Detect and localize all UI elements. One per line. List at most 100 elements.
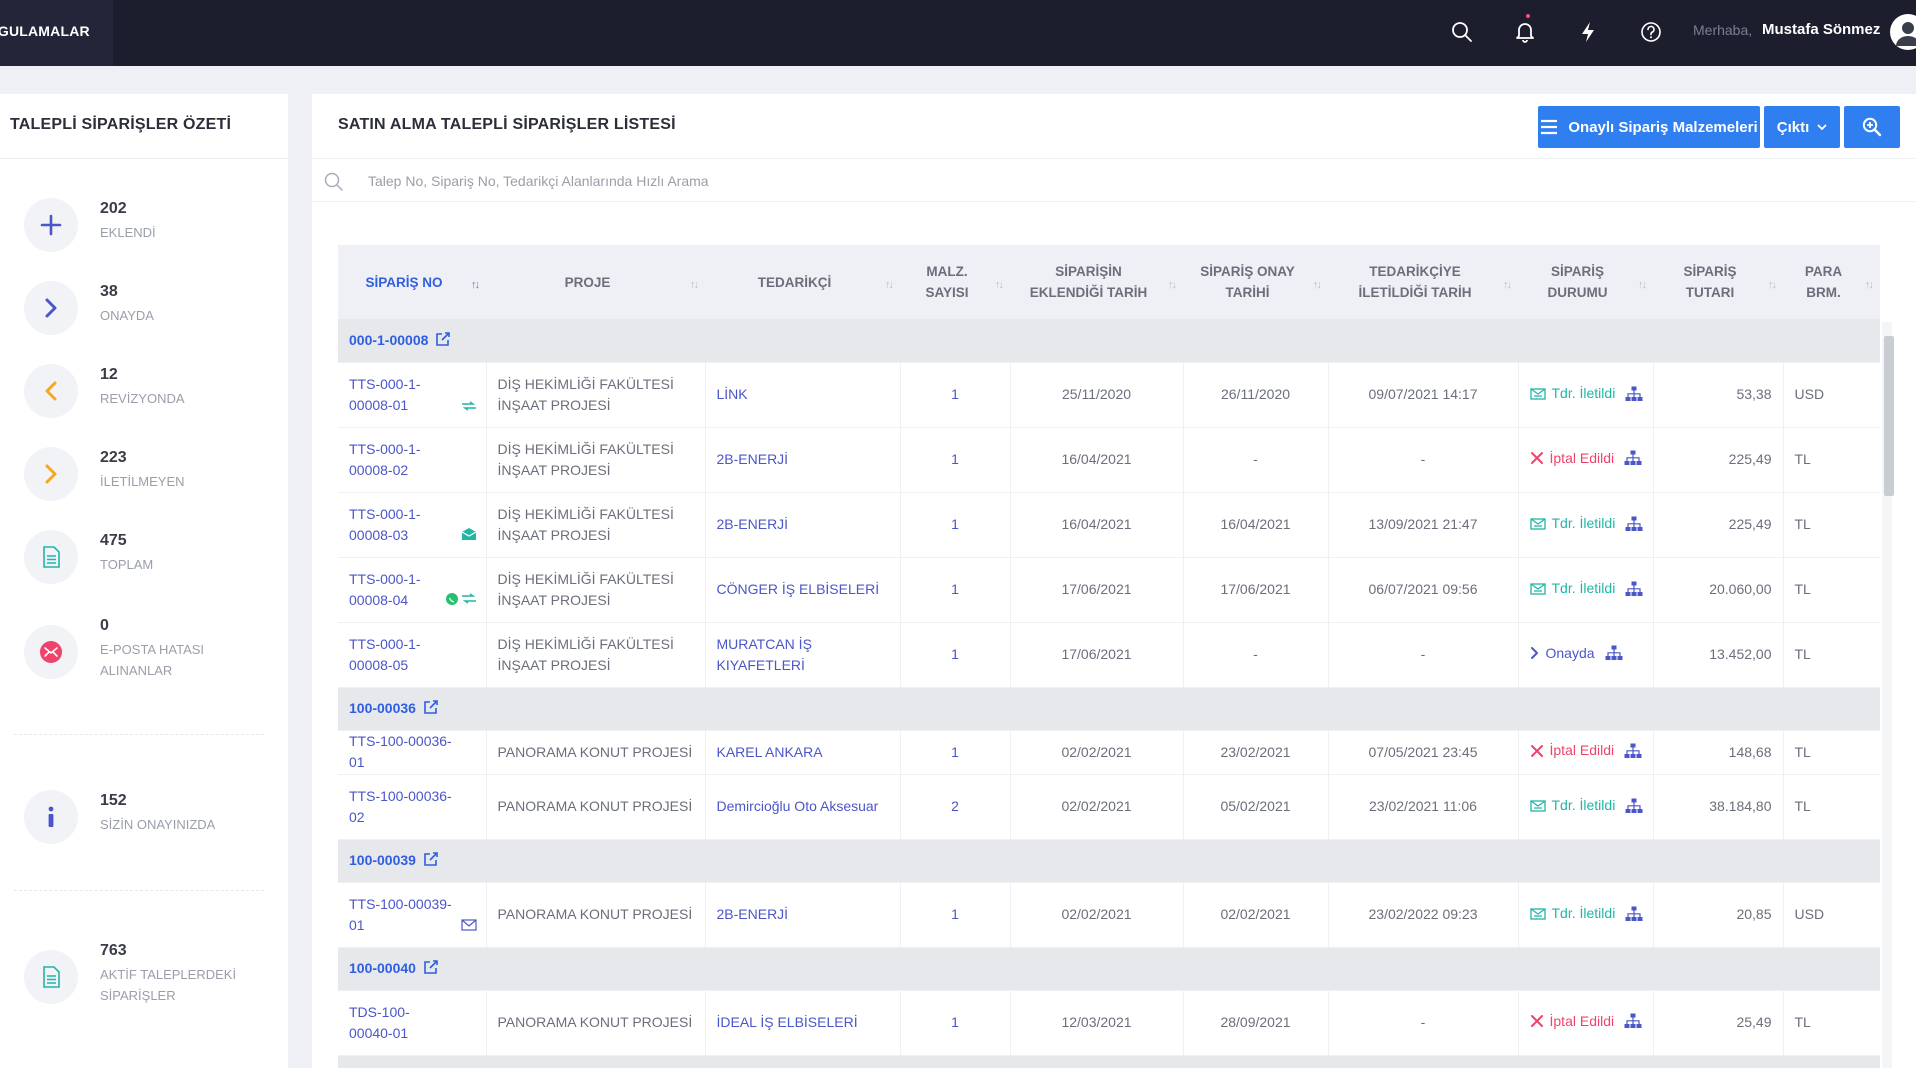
col-approval-date[interactable]: SİPARİŞ ONAY TARİHİ ↑↓ <box>1183 245 1328 319</box>
supplier-link[interactable]: 2B-ENERJİ <box>717 906 789 922</box>
hierarchy-icon[interactable] <box>1624 743 1642 759</box>
output-dropdown-button[interactable]: Çıktı <box>1764 106 1840 148</box>
order-no-link[interactable]: TTS-000-1-00008-02 <box>349 439 475 481</box>
sort-icon[interactable]: ↑↓ <box>471 275 480 296</box>
bell-icon[interactable] <box>1511 18 1539 46</box>
sort-icon[interactable]: ↑↓ <box>690 275 699 296</box>
table-row[interactable]: TTS-000-1-00008-02 DİŞ HEKİMLİĞİ FAKÜLTES… <box>338 427 1880 493</box>
material-count[interactable]: 1 <box>951 646 959 662</box>
supplier-link[interactable]: Demircioğlu Oto Aksesuar <box>717 798 879 814</box>
sort-icon[interactable]: ↑↓ <box>1168 275 1177 296</box>
stat-not-sent[interactable]: 223 İLETİLMEYEN <box>24 447 284 507</box>
order-no-link[interactable]: TTS-100-00039-01 <box>349 894 475 936</box>
material-count[interactable]: 2 <box>951 798 959 814</box>
supplier-link[interactable]: CÖNGER İŞ ELBİSELERİ <box>717 581 880 597</box>
quick-search-input[interactable] <box>368 167 1268 195</box>
order-no-cell[interactable]: TTS-100-00036-02 <box>338 774 487 840</box>
order-no-cell[interactable]: TTS-100-00036-01 <box>338 730 487 775</box>
order-no-link[interactable]: TTS-000-1-00008-05 <box>349 634 475 676</box>
stat-email-error[interactable]: 0 E-POSTA HATASI ALINANLAR <box>24 615 284 695</box>
stat-added[interactable]: 202 EKLENDİ <box>24 198 284 258</box>
avatar[interactable] <box>1890 14 1916 50</box>
col-added-date[interactable]: SİPARİŞİN EKLENDİĞİ TARİH ↑↓ <box>1010 245 1183 319</box>
sort-icon[interactable]: ↑↓ <box>885 275 894 296</box>
col-sent-date[interactable]: TEDARİKÇİYE İLETİLDİĞİ TARİH ↑↓ <box>1328 245 1518 319</box>
table-row[interactable]: TTS-000-1-00008-04 DİŞ HEKİMLİĞİ FAKÜLTES… <box>338 557 1880 623</box>
table-row[interactable]: TTS-000-1-00008-03 DİŞ HEKİMLİĞİ FAKÜLTES… <box>338 492 1880 558</box>
hierarchy-icon[interactable] <box>1625 386 1643 402</box>
stat-revision[interactable]: 12 REVİZYONDA <box>24 364 284 424</box>
table-row[interactable]: TTS-100-00039-01 PANORAMA KONUT PROJESİ 2B… <box>338 882 1880 948</box>
stat-active-requests[interactable]: 763 AKTİF TALEPLERDEKİ SİPARİŞLER <box>24 940 284 1020</box>
group-title[interactable]: 100-00036 <box>349 700 416 716</box>
zoom-search-button[interactable] <box>1844 106 1900 148</box>
approved-materials-button[interactable]: Onaylı Sipariş Malzemeleri <box>1538 106 1760 148</box>
col-material-count[interactable]: MALZ. SAYISI ↑↓ <box>900 245 1010 319</box>
order-no-link[interactable]: TTS-000-1-00008-03 <box>349 504 475 546</box>
sort-icon[interactable]: ↑↓ <box>1865 275 1874 296</box>
group-row[interactable]: 100-00039 <box>338 839 1880 883</box>
lightning-icon[interactable] <box>1574 18 1602 46</box>
search-icon[interactable] <box>1448 18 1476 46</box>
order-no-link[interactable]: TTS-000-1-00008-01 <box>349 374 475 416</box>
order-no-cell[interactable]: TTS-100-00039-01 <box>338 882 487 948</box>
order-no-link[interactable]: TTS-100-00036-01 <box>349 731 475 773</box>
hierarchy-icon[interactable] <box>1625 906 1643 922</box>
order-no-cell[interactable]: TTS-000-1-00008-04 <box>338 557 487 623</box>
sort-icon[interactable]: ↑↓ <box>995 275 1004 296</box>
group-row[interactable]: 100-00040 <box>338 947 1880 991</box>
table-row[interactable]: TTS-100-00036-02 PANORAMA KONUT PROJESİ De… <box>338 774 1880 840</box>
col-project[interactable]: PROJE ↑↓ <box>486 245 705 319</box>
stat-total[interactable]: 475 TOPLAM <box>24 530 284 590</box>
order-no-cell[interactable]: TTS-000-1-00008-02 <box>338 427 487 493</box>
edit-icon[interactable] <box>423 699 439 715</box>
material-count[interactable]: 1 <box>951 516 959 532</box>
user-name[interactable]: Mustafa Sönmez <box>1762 21 1880 38</box>
table-row[interactable]: TTS-000-1-00008-05 DİŞ HEKİMLİĞİ FAKÜLTES… <box>338 622 1880 688</box>
order-no-cell[interactable]: TTS-000-1-00008-03 <box>338 492 487 558</box>
group-title[interactable]: 100-00040 <box>349 960 416 976</box>
material-count[interactable]: 1 <box>951 1014 959 1030</box>
order-no-link[interactable]: TTS-100-00036-02 <box>349 786 475 828</box>
edit-icon[interactable] <box>423 959 439 975</box>
material-count[interactable]: 1 <box>951 581 959 597</box>
order-no-cell[interactable]: TTS-000-1-00008-01 <box>338 362 487 428</box>
supplier-link[interactable]: KAREL ANKARA <box>717 744 823 760</box>
sort-icon[interactable]: ↑↓ <box>1768 275 1777 296</box>
stat-your-approval[interactable]: 152 SİZİN ONAYINIZDA <box>24 790 284 850</box>
order-no-cell[interactable]: TDS-100-00040-01 <box>338 990 487 1056</box>
sort-icon[interactable]: ↑↓ <box>1313 275 1322 296</box>
hierarchy-icon[interactable] <box>1625 516 1643 532</box>
col-status[interactable]: SİPARİŞ DURUMU ↑↓ <box>1518 245 1653 319</box>
group-row[interactable]: 000-1-00008 <box>338 319 1880 363</box>
material-count[interactable]: 1 <box>951 451 959 467</box>
help-icon[interactable] <box>1637 18 1665 46</box>
group-row[interactable]: 100-00036 <box>338 687 1880 731</box>
group-title[interactable]: 100-00039 <box>349 852 416 868</box>
supplier-link[interactable]: İDEAL İŞ ELBİSELERİ <box>717 1014 858 1030</box>
group-title[interactable]: 000-1-00008 <box>349 332 428 348</box>
order-no-link[interactable]: TDS-100-00040-01 <box>349 1002 475 1044</box>
table-row[interactable]: TTS-100-00036-01 PANORAMA KONUT PROJESİ KA… <box>338 730 1880 775</box>
stat-pending-approval[interactable]: 38 ONAYDA <box>24 281 284 341</box>
apps-menu-tab[interactable]: UYGULAMALAR <box>0 0 113 66</box>
supplier-link[interactable]: MURATCAN İŞ KIYAFETLERİ <box>717 636 812 673</box>
hierarchy-icon[interactable] <box>1625 798 1643 814</box>
hierarchy-icon[interactable] <box>1625 581 1643 597</box>
supplier-link[interactable]: LİNK <box>717 386 748 402</box>
edit-icon[interactable] <box>435 331 451 347</box>
material-count[interactable]: 1 <box>951 744 959 760</box>
col-amount[interactable]: SİPARİŞ TUTARI ↑↓ <box>1653 245 1783 319</box>
material-count[interactable]: 1 <box>951 386 959 402</box>
col-supplier[interactable]: TEDARİKÇİ ↑↓ <box>705 245 900 319</box>
supplier-link[interactable]: 2B-ENERJİ <box>717 516 789 532</box>
hierarchy-icon[interactable] <box>1605 645 1623 661</box>
table-row[interactable]: TTS-000-1-00008-01 DİŞ HEKİMLİĞİ FAKÜLTES… <box>338 362 1880 428</box>
edit-icon[interactable] <box>423 851 439 867</box>
order-no-cell[interactable]: TTS-000-1-00008-05 <box>338 622 487 688</box>
col-currency[interactable]: PARA BRM. ↑↓ <box>1783 245 1880 319</box>
material-count[interactable]: 1 <box>951 906 959 922</box>
sort-icon[interactable]: ↑↓ <box>1638 275 1647 296</box>
col-order-no[interactable]: SİPARİŞ NO ↑↓ <box>338 245 486 319</box>
sort-icon[interactable]: ↑↓ <box>1503 275 1512 296</box>
